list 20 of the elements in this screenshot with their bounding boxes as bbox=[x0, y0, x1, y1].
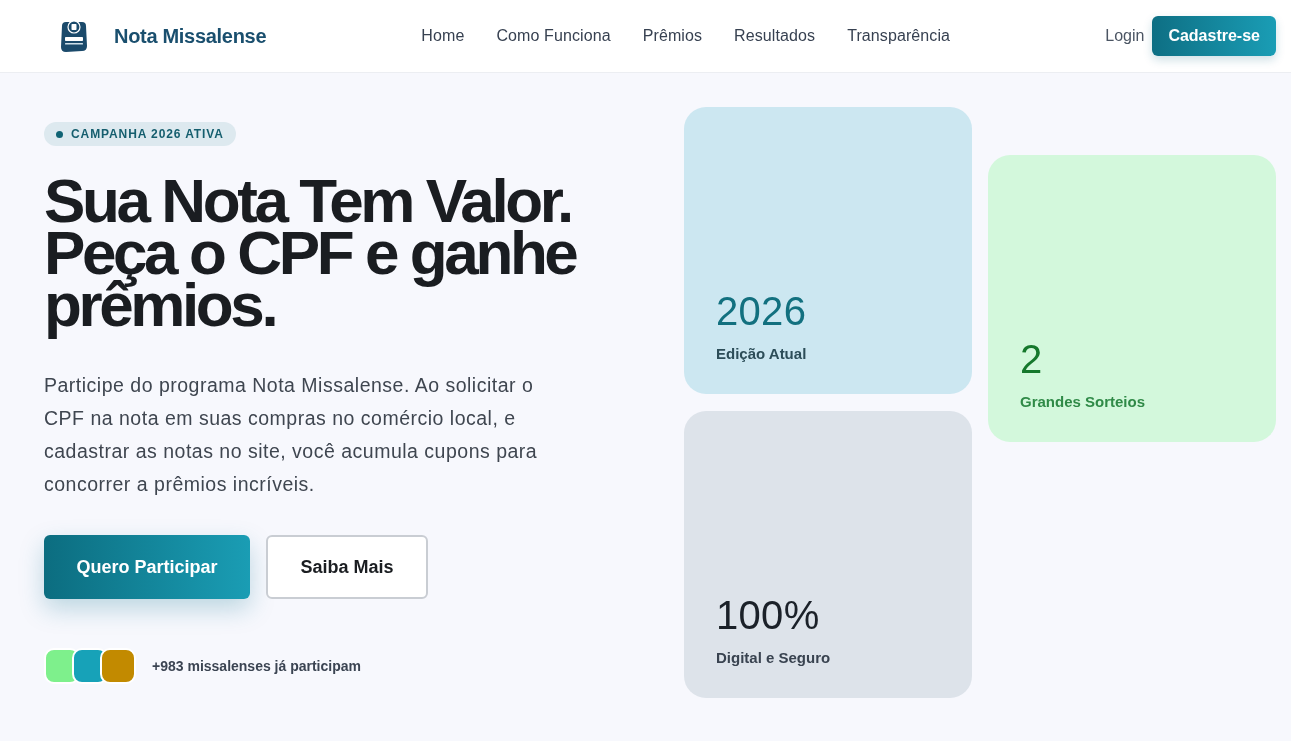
status-dot-icon bbox=[56, 130, 63, 138]
brand-name[interactable]: Nota Missalense bbox=[114, 24, 267, 48]
nav-link[interactable]: Como Funciona bbox=[496, 23, 611, 49]
participants-text: +983 missalenses já participam bbox=[152, 658, 361, 674]
stat-value: 100% bbox=[716, 593, 821, 637]
stat-label: Grandes Sorteios bbox=[1020, 393, 1147, 410]
login-link[interactable]: Login bbox=[1105, 23, 1145, 49]
hero-description: Participe do programa Nota Missalense. Ao solicitar o CPF na nota em suas compras no comércio local, e cadastrar as notas no site, você acumula cupons para concorrer a prêmios incríveis. bbox=[44, 373, 539, 497]
stat-value: 2 bbox=[1020, 337, 1044, 381]
stat-label: Edição Atual bbox=[716, 345, 808, 362]
badge-text: CAMPANHA 2026 ATIVA bbox=[71, 127, 224, 141]
nav-link[interactable]: Home bbox=[421, 23, 465, 49]
stat-value: 2026 bbox=[716, 289, 808, 333]
participate-button[interactable]: Quero Participar bbox=[44, 535, 250, 599]
learn-more-button[interactable]: Saiba Mais bbox=[266, 535, 428, 599]
nav-link[interactable]: Resultados bbox=[734, 23, 816, 49]
signup-button[interactable]: Cadastre-se bbox=[1152, 16, 1276, 56]
stat-label: Digital e Seguro bbox=[716, 649, 832, 666]
nav-link[interactable]: Transparência bbox=[847, 23, 951, 49]
nav-link[interactable]: Prêmios bbox=[642, 23, 703, 49]
